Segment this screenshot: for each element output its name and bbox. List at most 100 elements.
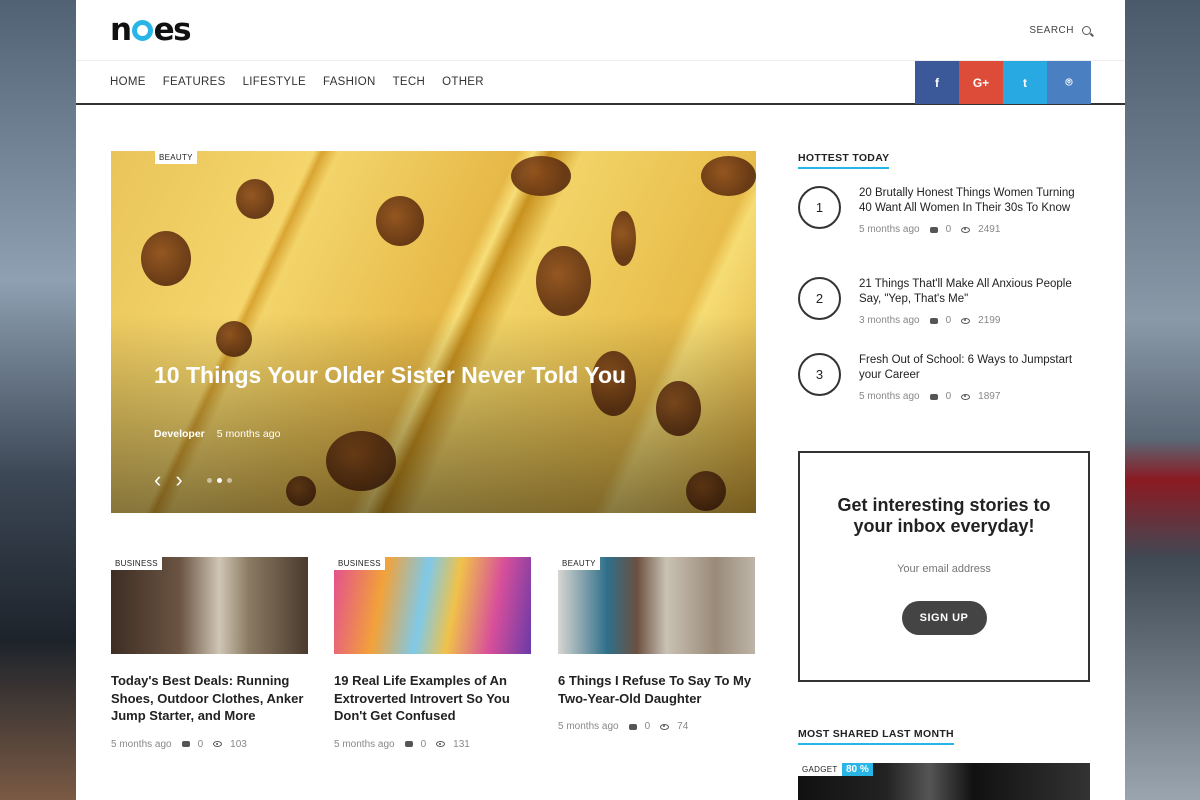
hottest-meta: 5 months ago 0 2491 — [859, 224, 1088, 235]
card-tag[interactable]: BUSINESS — [334, 557, 385, 570]
background-left — [0, 0, 76, 800]
most-shared-thumbnail[interactable]: GADGET 80 % — [798, 763, 1090, 800]
search-button[interactable]: SEARCH — [1029, 25, 1091, 36]
hottest-title[interactable]: Fresh Out of School: 6 Ways to Jumpstart… — [859, 353, 1088, 383]
hero-meta: Developer 5 months ago — [154, 428, 280, 440]
nav-lifestyle[interactable]: LIFESTYLE — [243, 76, 306, 88]
most-shared-heading: MOST SHARED LAST MONTH — [798, 728, 954, 745]
hottest-item[interactable]: 2 21 Things That'll Make All Anxious Peo… — [798, 277, 1088, 326]
comment-icon — [404, 741, 413, 747]
facebook-icon[interactable]: f — [915, 61, 959, 104]
hottest-title[interactable]: 20 Brutally Honest Things Women Turning … — [859, 186, 1088, 216]
article-thumbnail[interactable]: BUSINESS — [111, 557, 308, 654]
card-tag[interactable]: BEAUTY — [558, 557, 600, 570]
nav-other[interactable]: OTHER — [442, 76, 484, 88]
article-thumbnail[interactable]: BEAUTY — [558, 557, 755, 654]
page-container: n es SEARCH HOME FEATURES LIFESTYLE FASHI… — [76, 0, 1125, 800]
hottest-meta: 3 months ago 0 2199 — [859, 315, 1088, 326]
site-logo[interactable]: n es — [110, 12, 192, 48]
hero-time: 5 months ago — [216, 428, 281, 440]
comment-icon — [929, 393, 938, 400]
card-comments: 0 — [197, 738, 204, 750]
card-views: 103 — [230, 738, 247, 750]
slider-dots — [206, 477, 232, 483]
hottest-comments: 0 — [945, 391, 952, 402]
prev-arrow-icon[interactable]: ‹ — [154, 467, 161, 493]
comment-icon — [181, 741, 190, 747]
card-time: 5 months ago — [111, 738, 172, 750]
comment-icon — [929, 317, 938, 324]
google-plus-icon[interactable]: G+ — [959, 61, 1003, 104]
newsletter-box: Get interesting stories to your inbox ev… — [798, 451, 1090, 682]
hottest-item[interactable]: 3 Fresh Out of School: 6 Ways to Jumpsta… — [798, 353, 1088, 402]
rank-badge: 2 — [798, 277, 841, 320]
hottest-comments: 0 — [945, 315, 952, 326]
topbar: n es SEARCH — [76, 0, 1125, 60]
hottest-time: 3 months ago — [859, 315, 920, 326]
hottest-views: 1897 — [978, 391, 1001, 402]
nav-fashion[interactable]: FASHION — [323, 76, 376, 88]
hottest-comments: 0 — [945, 224, 952, 235]
rank-badge: 3 — [798, 353, 841, 396]
hottest-item[interactable]: 1 20 Brutally Honest Things Women Turnin… — [798, 186, 1088, 235]
card-tag[interactable]: BUSINESS — [111, 557, 162, 570]
navbar: HOME FEATURES LIFESTYLE FASHION TECH OTH… — [76, 60, 1125, 105]
article-thumbnail[interactable]: BUSINESS — [334, 557, 531, 654]
comment-icon — [929, 226, 938, 233]
card-comments: 0 — [644, 721, 651, 732]
nav-home[interactable]: HOME — [110, 76, 146, 88]
eye-icon — [961, 393, 971, 400]
card-meta: 5 months ago 0 103 — [111, 739, 308, 750]
rank-badge: 1 — [798, 186, 841, 229]
article-card[interactable]: BEAUTY 6 Things I Refuse To Say To My Tw… — [558, 557, 755, 732]
hero-shade — [111, 151, 756, 513]
card-time: 5 months ago — [334, 738, 395, 750]
email-field[interactable] — [844, 563, 1044, 575]
search-label: SEARCH — [1029, 24, 1074, 36]
article-card[interactable]: BUSINESS 19 Real Life Examples of An Ext… — [334, 557, 531, 750]
hottest-views: 2199 — [978, 315, 1001, 326]
github-icon[interactable]: ⌾ — [1047, 61, 1091, 104]
slider-dot[interactable] — [226, 477, 232, 483]
hero-nav: ‹ › — [154, 467, 232, 493]
nav-tech[interactable]: TECH — [393, 76, 426, 88]
card-title[interactable]: Today's Best Deals: Running Shoes, Outdo… — [111, 672, 308, 725]
card-views: 74 — [677, 721, 689, 732]
slider-dot[interactable] — [206, 477, 212, 483]
hottest-time: 5 months ago — [859, 224, 920, 235]
hero-slider[interactable]: BEAUTY 10 Things Your Older Sister Never… — [111, 151, 756, 513]
hottest-meta: 5 months ago 0 1897 — [859, 391, 1088, 402]
eye-icon — [213, 741, 223, 747]
card-title[interactable]: 6 Things I Refuse To Say To My Two-Year-… — [558, 672, 755, 707]
slider-dot[interactable] — [216, 477, 222, 483]
search-icon — [1082, 25, 1091, 35]
main-nav: HOME FEATURES LIFESTYLE FASHION TECH OTH… — [110, 76, 484, 88]
next-arrow-icon[interactable]: › — [175, 467, 182, 493]
comment-icon — [628, 723, 637, 730]
hottest-title[interactable]: 21 Things That'll Make All Anxious Peopl… — [859, 277, 1088, 307]
hottest-views: 2491 — [978, 224, 1001, 235]
card-time: 5 months ago — [558, 721, 619, 732]
hottest-time: 5 months ago — [859, 391, 920, 402]
social-links: f G+ t ⌾ — [915, 61, 1091, 104]
hero-tag[interactable]: BEAUTY — [155, 151, 197, 164]
newsletter-title: Get interesting stories to your inbox ev… — [837, 495, 1051, 536]
background-right — [1124, 0, 1200, 800]
hero-title[interactable]: 10 Things Your Older Sister Never Told Y… — [154, 363, 634, 387]
card-views: 131 — [453, 738, 470, 750]
logo-ring-icon — [131, 20, 153, 41]
share-percent-badge: 80 % — [842, 763, 873, 776]
hero-author[interactable]: Developer — [154, 428, 205, 440]
nav-features[interactable]: FEATURES — [163, 76, 226, 88]
eye-icon — [660, 723, 670, 730]
hottest-heading: HOTTEST TODAY — [798, 152, 890, 169]
shared-tag[interactable]: GADGET — [798, 763, 842, 776]
signup-button[interactable]: SIGN UP — [901, 601, 987, 635]
card-title[interactable]: 19 Real Life Examples of An Extroverted … — [334, 672, 531, 725]
card-meta: 5 months ago 0 131 — [334, 739, 531, 750]
eye-icon — [961, 226, 971, 233]
card-meta: 5 months ago 0 74 — [558, 721, 755, 732]
article-card[interactable]: BUSINESS Today's Best Deals: Running Sho… — [111, 557, 308, 750]
twitter-icon[interactable]: t — [1003, 61, 1047, 104]
eye-icon — [436, 741, 446, 747]
